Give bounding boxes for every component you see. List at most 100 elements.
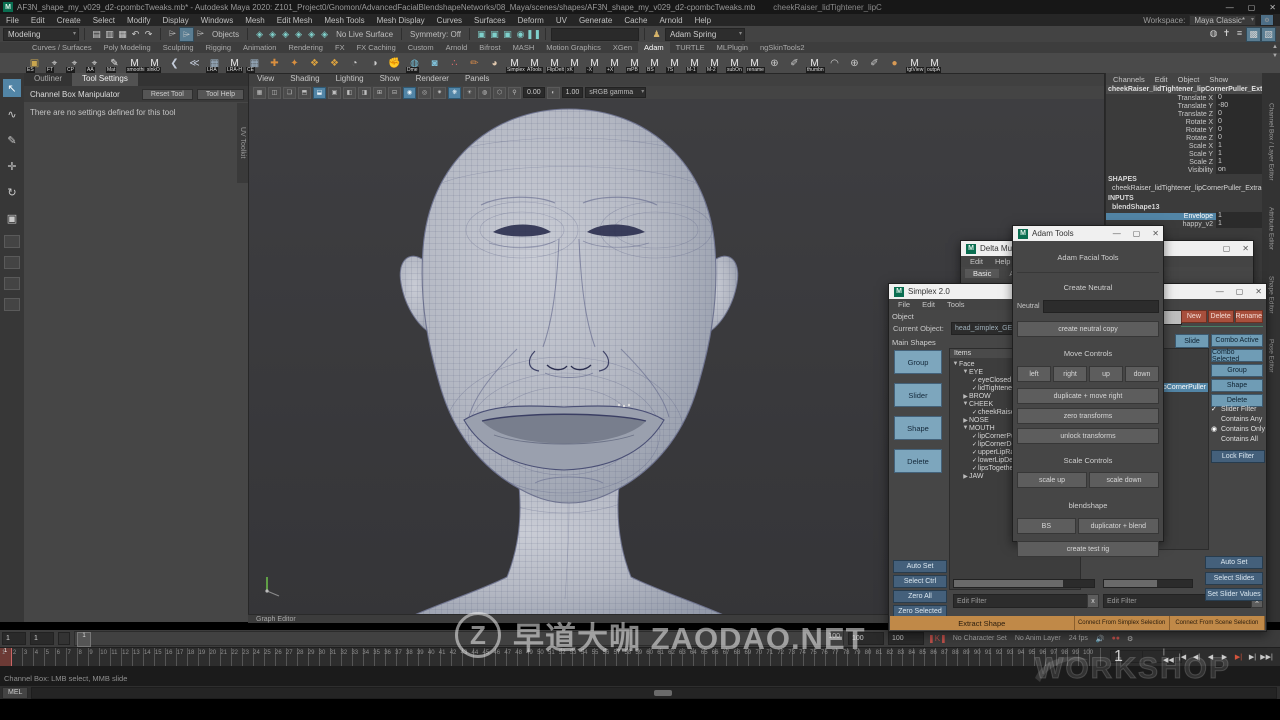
dock-tab-attribute-editor[interactable]: Attribute Editor [1268,207,1275,250]
simplex-menu-edit[interactable]: Edit [917,300,940,309]
step-forward-frame-button[interactable]: ▶| [1247,650,1258,663]
shelf-tab-curves-surfaces[interactable]: Curves / Surfaces [26,42,98,53]
channel-row-visibility[interactable]: Visibilityon [1106,166,1262,174]
channel-value[interactable]: 0 [1216,110,1262,118]
shelf-tab-bifrost[interactable]: Bifrost [473,42,506,53]
reset-tool-button[interactable]: Reset Tool [142,89,193,100]
adam-duplicator-blend-button[interactable]: duplicator + blend [1078,518,1159,534]
simplex-menu-tools[interactable]: Tools [942,300,970,309]
snap-surface-icon[interactable]: ◈ [305,28,318,41]
shelf-item-icon-22[interactable]: ✏ [466,55,483,72]
window-close-icon[interactable]: ✕ [1152,229,1159,238]
adam-move-down-button[interactable]: down [1125,366,1159,382]
shelf-item-ATools[interactable]: MATools [526,55,543,72]
character-set-status[interactable]: No Character Set [953,635,1007,642]
shelf-tab-ngskintools2[interactable]: ngSkinTools2 [754,42,811,53]
exposure-icon[interactable]: ◐ [547,87,560,99]
shelf-item-LRA-H[interactable]: MLRA-H [226,55,243,72]
current-time-field[interactable]: 1 [2,632,26,645]
quick-layout-button-2[interactable] [4,256,20,269]
paint-select-tool-icon[interactable]: ✎ [3,131,21,149]
menu-edit-mesh[interactable]: Edit Mesh [271,16,319,25]
modeling-toolkit-icon[interactable]: ▩ [1246,27,1261,42]
quick-layout-button-4[interactable] [4,298,20,311]
input-node-name[interactable]: blendShape13 [1106,203,1262,212]
dock-tab-channel-box-layer-editor[interactable]: Channel Box / Layer Editor [1268,103,1275,181]
shelf-item-M-2[interactable]: MM-2 [706,55,723,72]
viewport-tool-icon-9[interactable]: ⊟ [388,87,401,99]
create-neutral-copy-button[interactable]: create neutral copy [1017,321,1159,337]
lock-filter-button[interactable]: Lock Filter [1211,450,1265,463]
adam-scale-up-button[interactable]: scale up [1017,472,1087,488]
ipr-render-icon[interactable]: ▣ [488,28,501,41]
shelf-item-icon-41[interactable]: ⊕ [846,55,863,72]
pause-icon[interactable]: ❚❚ [527,28,540,41]
record-icon[interactable]: ●● [1112,635,1120,642]
menu-set-dropdown[interactable]: Modeling [3,28,79,41]
snap-live-icon[interactable]: ◈ [318,28,331,41]
tab-outliner[interactable]: Outliner [24,73,72,86]
shelf-item--X[interactable]: M-X [586,55,603,72]
expand-arrow-icon[interactable]: ▼ [962,425,969,431]
character-icon[interactable]: ✝ [1220,27,1233,40]
hypershade-icon[interactable]: ◍ [1207,27,1220,40]
neutral-field[interactable] [1043,300,1159,313]
shelf-item-subOn[interactable]: MsubOn [726,55,743,72]
simplex-new-button[interactable]: New [1181,310,1207,323]
move-tool-icon[interactable]: ✛ [3,157,21,175]
channel-box-menu-edit[interactable]: Edit [1151,75,1172,84]
simplex-delete-button[interactable]: Delete [1208,310,1234,323]
shelf-item-slnkO[interactable]: MslnkO [146,55,163,72]
quick-layout-button-3[interactable] [4,277,20,290]
viewport-tool-icon-3[interactable]: ⬒ [298,87,311,99]
channel-box-menu-show[interactable]: Show [1205,75,1232,84]
delta-mush-menu-edit[interactable]: Edit [965,257,988,266]
shelf-item-icon-37[interactable]: ⊕ [766,55,783,72]
shape-node-name[interactable]: cheekRaiser_lidTightener_lipCornerPuller… [1106,184,1262,193]
adam-duplicate-move-right-button[interactable]: duplicate + move right [1017,388,1159,404]
shelf-item-mPB[interactable]: MmPB [626,55,643,72]
adam-zero-transforms-button[interactable]: zero transforms [1017,408,1159,424]
play-forwards-button[interactable]: ▶ [1219,650,1230,663]
go-to-end-button[interactable]: ▶▶| [1261,650,1272,663]
viewport-tool-icon-11[interactable]: ◎ [418,87,431,99]
shelf-item-icon-15[interactable]: ❖ [326,55,343,72]
viewport-menu-show[interactable]: Show [372,74,408,86]
simplex-shape-button[interactable]: Shape [894,416,942,440]
channel-box-menu-channels[interactable]: Channels [1109,75,1149,84]
shelf-tab-adam[interactable]: Adam [638,42,670,53]
open-scene-icon[interactable]: ▥ [103,28,116,41]
window-maximize-icon[interactable]: ▢ [1133,229,1141,238]
shelf-tab-custom[interactable]: Custom [402,42,440,53]
window-close-icon[interactable]: ✕ [1255,287,1262,296]
simplex-menu-file[interactable]: File [893,300,915,309]
channel-row-scale-z[interactable]: Scale Z1 [1106,158,1262,166]
simplex-connect-from-scene-selection-button[interactable]: Connect From Scene Selection [1170,616,1265,630]
snap-curve-icon[interactable]: ◈ [266,28,279,41]
viewport-menu-panels[interactable]: Panels [457,74,497,86]
undo-icon[interactable]: ↶ [129,28,142,41]
shelf-item-icon-7[interactable]: ❮ [166,55,183,72]
shelf-item-icon-20[interactable]: ◙ [426,55,443,72]
animation-preferences-icon[interactable]: ⚙ [1127,635,1133,643]
adam-move-up-button[interactable]: up [1089,366,1123,382]
shelf-item-icon-42[interactable]: ✐ [866,55,883,72]
channel-value[interactable]: 1 [1216,212,1262,220]
play-backwards-button[interactable]: ◀ [1205,650,1216,663]
viewport-tool-icon-17[interactable]: ⚲ [508,87,521,99]
channel-value[interactable]: 0 [1216,118,1262,126]
shelf-item-xK[interactable]: MxK [566,55,583,72]
menu-edit[interactable]: Edit [25,16,51,25]
field-entry-input[interactable] [551,28,639,41]
dock-tab-pose-editor[interactable]: Pose Editor [1268,339,1275,373]
simplex-auto-set-button[interactable]: Auto Set [893,560,947,573]
shelf-tab-poly-modeling[interactable]: Poly Modeling [98,42,157,53]
window-close-icon[interactable]: ✕ [1242,244,1249,253]
slider-filter-field[interactable]: Edit Filter [953,594,1090,608]
shelf-item-7S[interactable]: M7S [666,55,683,72]
select-object-icon[interactable]: ⌲ [179,27,194,42]
tab-tool-settings[interactable]: Tool Settings [72,73,138,86]
simplex-set-slider-values-button[interactable]: Set Slider Values [1205,588,1263,601]
shelf-item-icon-40[interactable]: ◠ [826,55,843,72]
menu-deform[interactable]: Deform [512,16,550,25]
